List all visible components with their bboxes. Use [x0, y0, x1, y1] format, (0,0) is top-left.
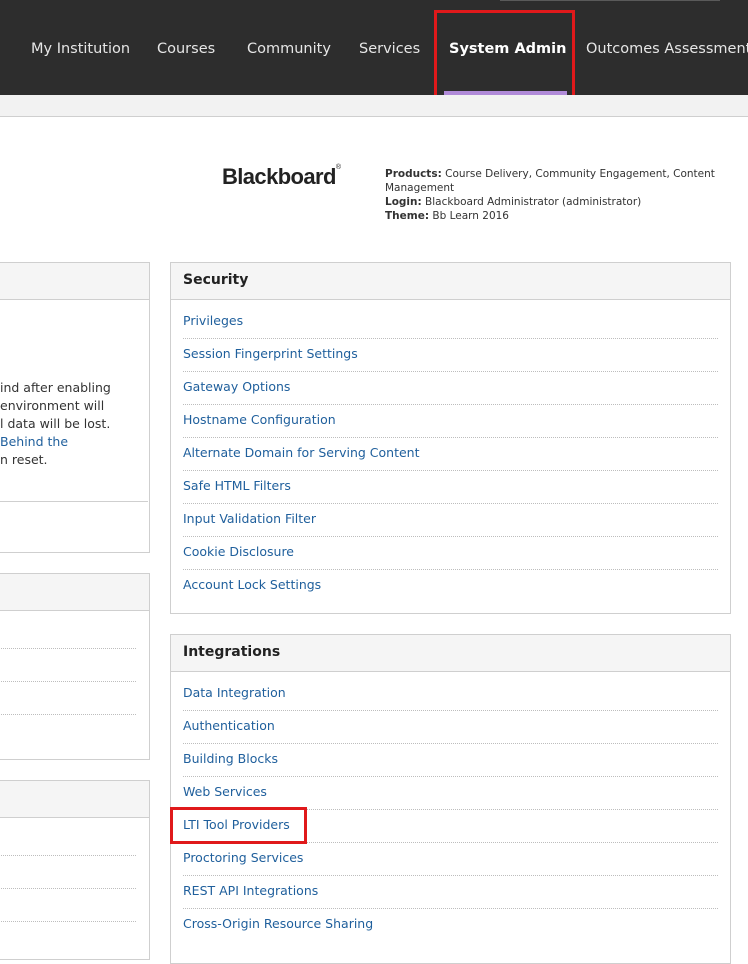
sub-header-band — [0, 95, 748, 117]
theme-info: Theme: Bb Learn 2016 — [385, 209, 715, 223]
list-item: Account Lock Settings — [183, 569, 718, 602]
tab-my-institution[interactable]: My Institution — [31, 39, 130, 59]
link-cookie-disclosure[interactable]: Cookie Disclosure — [183, 544, 294, 559]
list-item: Proctoring Services — [183, 842, 718, 876]
tab-services[interactable]: Services — [359, 39, 420, 59]
link-building-blocks[interactable]: Building Blocks — [183, 751, 278, 766]
left-panel-2-header — [0, 574, 149, 611]
top-navigation: My Institution Courses Community Service… — [0, 0, 748, 95]
left-panel-2-row-divider — [0, 648, 136, 649]
list-item: Session Fingerprint Settings — [183, 338, 718, 372]
left-panel-3-row-divider — [0, 855, 136, 856]
link-proctoring-services[interactable]: Proctoring Services — [183, 850, 303, 865]
theme-label: Theme: — [385, 210, 430, 222]
list-item: Privileges — [183, 305, 718, 339]
list-item: Data Integration — [183, 677, 718, 711]
products-info: Products: Course Delivery, Community Eng… — [385, 167, 715, 195]
products-label: Products: — [385, 168, 442, 180]
left-text-link[interactable]: Behind the — [0, 433, 111, 451]
left-panel-3-header — [0, 781, 149, 818]
list-item: Authentication — [183, 710, 718, 744]
left-panel-2-row-divider — [0, 681, 136, 682]
list-item: Gateway Options — [183, 371, 718, 405]
left-panel-1-text: ind after enabling environment will l da… — [0, 379, 111, 469]
list-item: Building Blocks — [183, 743, 718, 777]
list-item: Cookie Disclosure — [183, 536, 718, 570]
integrations-panel-header: Integrations — [171, 635, 730, 672]
integrations-title: Integrations — [183, 644, 281, 660]
left-panel-1-header — [0, 263, 149, 300]
link-gateway-options[interactable]: Gateway Options — [183, 379, 290, 394]
left-text-line-3: l data will be lost. — [0, 416, 111, 431]
blackboard-logo: Blackboard® — [222, 164, 341, 190]
left-panel-3 — [0, 780, 150, 960]
list-item: Web Services — [183, 776, 718, 810]
link-rest-api-integrations[interactable]: REST API Integrations — [183, 883, 318, 898]
left-panel-3-row-divider — [0, 921, 136, 922]
link-safe-html-filters[interactable]: Safe HTML Filters — [183, 478, 291, 493]
list-item: Input Validation Filter — [183, 503, 718, 537]
left-panel-3-row-divider — [0, 888, 136, 889]
list-item: Alternate Domain for Serving Content — [183, 437, 718, 471]
login-label: Login: — [385, 196, 422, 208]
tab-community[interactable]: Community — [247, 39, 331, 59]
link-lti-tool-providers[interactable]: LTI Tool Providers — [183, 817, 290, 832]
link-session-fingerprint-settings[interactable]: Session Fingerprint Settings — [183, 346, 358, 361]
link-input-validation-filter[interactable]: Input Validation Filter — [183, 511, 316, 526]
logo-mark: ® — [335, 164, 341, 171]
link-privileges[interactable]: Privileges — [183, 313, 243, 328]
security-panel: Security Privileges Session Fingerprint … — [170, 262, 731, 614]
list-item: REST API Integrations — [183, 875, 718, 909]
list-item: Cross-Origin Resource Sharing — [183, 908, 718, 941]
tab-outcomes-assessment[interactable]: Outcomes Assessment — [586, 39, 748, 59]
tab-courses[interactable]: Courses — [157, 39, 215, 59]
left-text-line-1: ind after enabling — [0, 380, 111, 395]
link-account-lock-settings[interactable]: Account Lock Settings — [183, 577, 321, 592]
link-cross-origin-resource-sharing[interactable]: Cross-Origin Resource Sharing — [183, 916, 373, 931]
tab-system-admin[interactable]: System Admin — [449, 39, 566, 59]
link-alternate-domain[interactable]: Alternate Domain for Serving Content — [183, 445, 420, 460]
link-data-integration[interactable]: Data Integration — [183, 685, 286, 700]
logo-text: Blackboard — [222, 164, 336, 189]
security-panel-header: Security — [171, 263, 730, 300]
left-panel-2-row-divider — [0, 714, 136, 715]
left-panel-1-divider — [0, 501, 148, 502]
theme-value: Bb Learn 2016 — [432, 210, 509, 222]
left-text-line-2: environment will — [0, 398, 105, 413]
nav-top-strip — [500, 0, 720, 1]
security-title: Security — [183, 272, 249, 288]
left-panel-2 — [0, 573, 150, 760]
link-authentication[interactable]: Authentication — [183, 718, 275, 733]
list-item: Hostname Configuration — [183, 404, 718, 438]
list-item: LTI Tool Providers — [183, 809, 718, 843]
login-value: Blackboard Administrator (administrator) — [425, 196, 642, 208]
list-item: Safe HTML Filters — [183, 470, 718, 504]
integrations-panel: Integrations Data Integration Authentica… — [170, 634, 731, 964]
login-info: Login: Blackboard Administrator (adminis… — [385, 195, 715, 209]
link-hostname-configuration[interactable]: Hostname Configuration — [183, 412, 336, 427]
left-text-line-5: n reset. — [0, 452, 48, 467]
system-info: Products: Course Delivery, Community Eng… — [385, 167, 715, 223]
link-web-services[interactable]: Web Services — [183, 784, 267, 799]
